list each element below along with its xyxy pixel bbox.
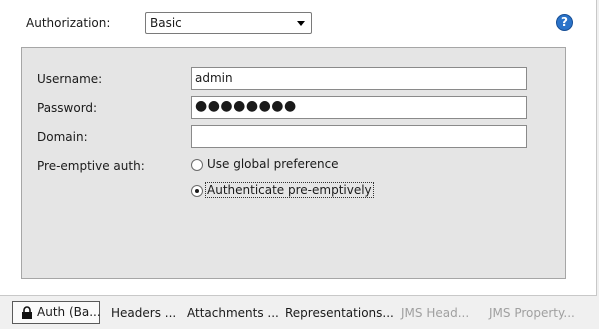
request-tab-bar: Auth (Ba... Headers ... Attachments ... … [0, 297, 599, 329]
radio-button-selected[interactable] [191, 185, 203, 197]
tab-headers[interactable]: Headers ... [111, 303, 176, 325]
tab-attachments[interactable]: Attachments ... [187, 303, 279, 325]
lock-icon [22, 306, 32, 319]
tab-label: Attachments ... [187, 306, 279, 320]
tab-representations[interactable]: Representations... [285, 303, 394, 325]
tab-label: JMS Property... [489, 306, 575, 320]
tab-label: Auth (Ba... [37, 305, 101, 319]
tab-label: Headers ... [111, 306, 177, 320]
radio-label: Authenticate pre-emptively [205, 182, 374, 198]
username-label: Username: [37, 72, 103, 86]
password-field[interactable]: ●●●●●●●● [191, 96, 527, 119]
chevron-down-icon [297, 21, 305, 26]
radio-dot [195, 189, 199, 193]
preemptive-auth-label: Pre-emptive auth: [37, 159, 145, 173]
radio-label: Use global preference [207, 157, 339, 171]
tab-jms-headers: JMS Head... [401, 303, 469, 325]
tab-label: Representations... [285, 306, 394, 320]
tab-auth[interactable]: Auth (Ba... [12, 301, 101, 324]
tab-label: JMS Head... [401, 306, 470, 320]
authorization-select[interactable]: Basic [145, 12, 312, 34]
authorization-select-value: Basic [150, 16, 182, 30]
authorization-label: Authorization: [26, 16, 111, 30]
username-value: admin [195, 71, 233, 85]
auth-panel: Authorization: Basic ? Username: admin P… [0, 0, 597, 296]
password-value: ●●●●●●●● [195, 98, 297, 114]
help-icon[interactable]: ? [556, 14, 573, 31]
domain-field[interactable] [191, 125, 527, 148]
credentials-group: Username: admin Password: ●●●●●●●● Domai… [21, 47, 566, 279]
tab-jms-property: JMS Property... [489, 303, 575, 325]
domain-label: Domain: [37, 130, 88, 144]
password-label: Password: [37, 101, 98, 115]
radio-button-unselected[interactable] [191, 159, 203, 171]
username-field[interactable]: admin [191, 67, 527, 90]
